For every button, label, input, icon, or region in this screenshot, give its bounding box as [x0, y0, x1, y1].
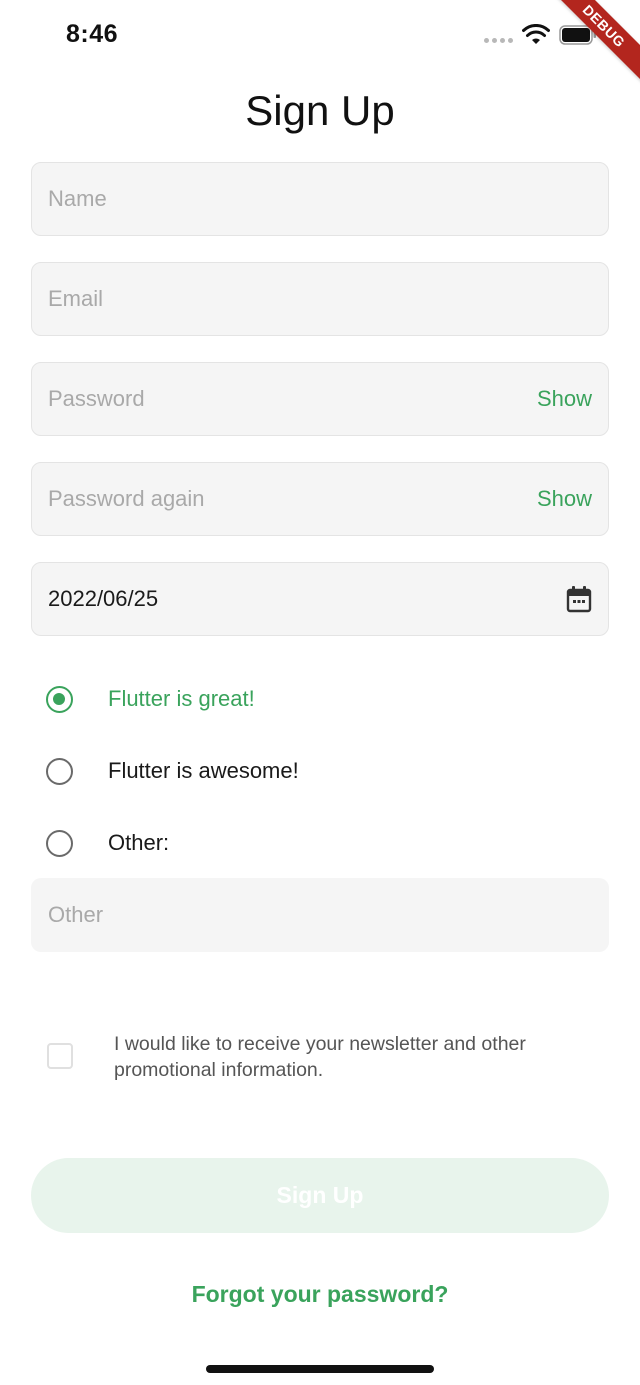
other-placeholder: Other: [48, 902, 104, 927]
name-placeholder: Name: [48, 186, 107, 211]
signal-icon: [484, 38, 513, 43]
forgot-password-link[interactable]: Forgot your password?: [0, 1281, 640, 1308]
date-field[interactable]: 2022/06/25: [31, 562, 609, 636]
other-field[interactable]: Other: [31, 878, 609, 952]
home-indicator: [206, 1365, 434, 1373]
radio-option-great[interactable]: Flutter is great!: [46, 679, 606, 719]
radio-label-great: Flutter is great!: [108, 686, 255, 711]
password-again-placeholder: Password again: [48, 486, 205, 511]
password-show-button[interactable]: Show: [537, 386, 592, 412]
wifi-icon: [522, 24, 550, 44]
email-placeholder: Email: [48, 286, 104, 311]
password-field[interactable]: Password Show: [31, 362, 609, 436]
moon-icon[interactable]: [590, 96, 618, 130]
calendar-icon[interactable]: [566, 585, 592, 613]
status-time: 8:46: [66, 20, 119, 48]
radio-label-other: Other:: [108, 830, 170, 855]
date-value: 2022/06/25: [48, 586, 159, 611]
email-field[interactable]: Email: [31, 262, 609, 336]
radio-button[interactable]: [46, 829, 73, 857]
password-again-show-button[interactable]: Show: [537, 486, 592, 512]
sign-up-screen: 8:46 DEBUG Sign Up Name Email Password S…: [0, 0, 640, 1385]
newsletter-checkbox[interactable]: [47, 1043, 73, 1069]
sign-up-button[interactable]: Sign Up: [31, 1158, 609, 1233]
radio-label-awesome: Flutter is awesome!: [108, 758, 299, 783]
name-field[interactable]: Name: [31, 162, 609, 236]
newsletter-label: I would like to receive your newsletter …: [114, 1033, 526, 1081]
page-title: Sign Up: [245, 87, 395, 134]
radio-button[interactable]: [46, 757, 73, 785]
debug-banner: DEBUG: [538, 0, 640, 92]
password-placeholder: Password: [48, 386, 145, 411]
radio-button-selected[interactable]: [46, 685, 73, 713]
radio-option-awesome[interactable]: Flutter is awesome!: [46, 751, 606, 791]
radio-option-other[interactable]: Other:: [46, 823, 606, 863]
password-again-field[interactable]: Password again Show: [31, 462, 609, 536]
